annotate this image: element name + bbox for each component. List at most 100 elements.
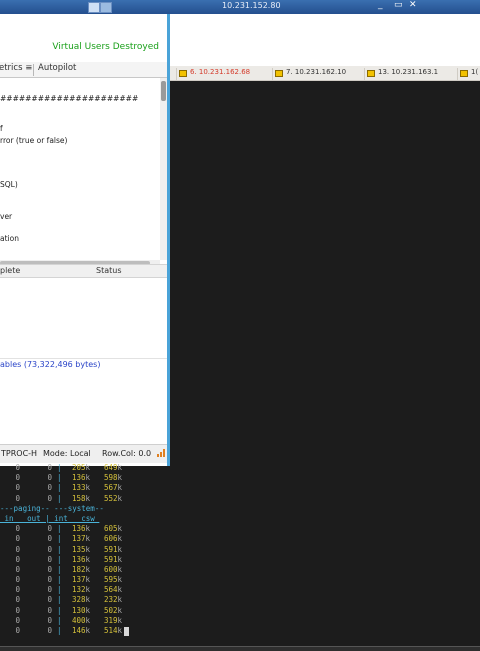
- terminal-tab[interactable]: 13. 10.231.163.1: [364, 68, 450, 80]
- tab-autopilot[interactable]: Autopilot: [38, 63, 76, 73]
- script-line: f: [0, 124, 3, 133]
- terminal-cursor: [124, 627, 129, 636]
- vmstat-cell: 567k: [103, 483, 122, 493]
- terminal-tab-strip: 6. 10.231.162.68 7. 10.231.162.10 13. 10…: [170, 66, 480, 81]
- vmstat-cell: 0: [15, 564, 20, 574]
- column-divider: |: [57, 463, 62, 472]
- vmstat-output: 0 0 205k 649k | 0 0 136k 598k | 0 0 133k 567k | 0 0 158k 5…: [0, 463, 170, 643]
- column-divider: |: [57, 595, 62, 605]
- output-message: ables (73,322,496 bytes): [0, 358, 167, 369]
- vmstat-row: 0 0 328k 232k |: [0, 595, 170, 605]
- status-bar: TPROC-H Mode: Local Row.Col: 0.0: [0, 444, 167, 463]
- vmstat-row: 0 0 132k 564k |: [0, 585, 170, 595]
- remote-desktop-bar: 10.231.152.80 _ ▭ ✕: [0, 0, 480, 14]
- vmstat-cell: 137k: [71, 575, 90, 585]
- column-divider: |: [57, 615, 62, 625]
- script-line: ver: [0, 212, 13, 221]
- vmstat-cell: 130k: [71, 605, 90, 615]
- vmstat-cell: 0: [47, 554, 52, 564]
- vmstat-cell: 0: [15, 615, 20, 625]
- column-header: plete: [0, 266, 21, 275]
- vmstat-cell: 0: [15, 575, 20, 585]
- vmstat-cell: 158k: [71, 493, 90, 503]
- script-line: ######################: [0, 94, 139, 103]
- blank-area: [170, 14, 480, 66]
- vmstat-row: 0 0 146k 514k |: [0, 626, 170, 636]
- terminal-tab[interactable]: 1(: [457, 68, 480, 80]
- vmstat-cell: 205k: [71, 463, 90, 472]
- vertical-scrollbar[interactable]: [160, 78, 167, 260]
- vmstat-cell: 0: [47, 544, 52, 554]
- vmstat-cell: 0: [47, 595, 52, 605]
- mode-label: Mode: Local: [43, 449, 91, 458]
- terminal-tab[interactable]: 7. 10.231.162.10: [272, 68, 358, 80]
- vmstat-row: 0 0 400k 319k |: [0, 616, 170, 626]
- vmstat-column-header: in out | int csw: [0, 513, 100, 523]
- column-divider: |: [57, 605, 62, 615]
- vmstat-cell: 182k: [71, 564, 90, 574]
- column-divider: |: [57, 524, 62, 534]
- vmstat-row: 0 0 136k 598k |: [0, 473, 170, 483]
- vmstat-cell: 0: [47, 585, 52, 595]
- vmstat-row: 0 0 133k 567k |: [0, 483, 170, 493]
- vmstat-cell: 0: [15, 473, 20, 483]
- vmstat-cell: 0: [15, 493, 20, 503]
- vmstat-cell: 564k: [103, 585, 122, 595]
- column-divider: |: [57, 585, 62, 595]
- vmstat-cell: 136k: [71, 554, 90, 564]
- column-divider: |: [57, 626, 62, 635]
- remote-host-title: 10.231.152.80: [222, 1, 281, 10]
- vmstat-cell: 0: [47, 534, 52, 544]
- column-divider: |: [57, 473, 62, 483]
- script-editor[interactable]: ###################### f rror (true or f…: [0, 78, 160, 260]
- restore-button[interactable]: ▭: [394, 0, 403, 10]
- vmstat-cell: 605k: [103, 524, 122, 534]
- terminal-icon: [179, 70, 187, 77]
- vmstat-cell: 0: [15, 605, 20, 615]
- vmstat-cell: 319k: [103, 615, 122, 625]
- hammerdb-window: Virtual Users Destroyed etrics ≡ Autopil…: [0, 14, 170, 466]
- vmstat-cell: 0: [15, 585, 20, 595]
- column-divider: |: [57, 575, 62, 585]
- status-message: Virtual Users Destroyed: [52, 42, 159, 52]
- vmstat-row: 0 0 158k 552k |: [0, 494, 170, 504]
- script-line: SQL): [0, 180, 18, 189]
- column-divider: |: [57, 554, 62, 564]
- vmstat-cell: 595k: [103, 575, 122, 585]
- vmstat-row: 0 0 137k 606k |: [0, 534, 170, 544]
- vmstat-cell: 136k: [71, 524, 90, 534]
- vmstat-group-header: ---paging-- ---system--: [0, 503, 104, 513]
- vmstat-cell: 0: [15, 544, 20, 554]
- pin-icon[interactable]: [88, 2, 100, 13]
- resize-grip-icon[interactable]: [157, 449, 165, 457]
- vmstat-cell: 133k: [71, 483, 90, 493]
- vmstat-row: 0 0 135k 591k |: [0, 545, 170, 555]
- minimize-button[interactable]: _: [378, 0, 383, 10]
- vmstat-cell: 232k: [103, 595, 122, 605]
- vmstat-cell: 0: [15, 595, 20, 605]
- vmstat-cell: 0: [47, 615, 52, 625]
- vmstat-cell: 598k: [103, 473, 122, 483]
- vmstat-cell: 328k: [71, 595, 90, 605]
- column-divider: |: [57, 493, 62, 503]
- terminal-icon: [275, 70, 283, 77]
- vmstat-cell: 0: [47, 575, 52, 585]
- scrollbar-thumb[interactable]: [161, 81, 166, 101]
- signal-icon: [100, 2, 112, 13]
- vmstat-cell: 400k: [71, 615, 90, 625]
- vmstat-row: 0 0 130k 502k |: [0, 606, 170, 616]
- vmstat-row: 0 0 205k 649k |: [0, 463, 170, 473]
- tab-bar: etrics ≡ Autopilot: [0, 62, 167, 78]
- terminal-tab[interactable]: 6. 10.231.162.68: [176, 68, 266, 80]
- vmstat-cell: 552k: [103, 493, 122, 503]
- vmstat-cell: 502k: [103, 605, 122, 615]
- terminal-icon: [367, 70, 375, 77]
- script-line: ation: [0, 234, 19, 243]
- vmstat-cell: 0: [15, 463, 20, 472]
- vmstat-cell: 514k: [103, 626, 122, 635]
- tab-divider: [33, 64, 34, 76]
- tab-metrics[interactable]: etrics ≡: [0, 63, 32, 73]
- vmstat-cell: 0: [47, 524, 52, 534]
- vmstat-cell: 591k: [103, 554, 122, 564]
- close-button[interactable]: ✕: [409, 0, 417, 10]
